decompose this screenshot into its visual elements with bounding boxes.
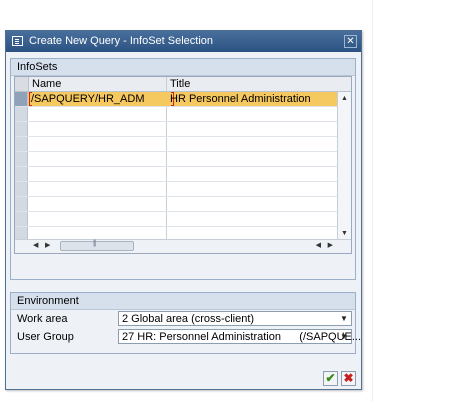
window-title: Create New Query - InfoSet Selection <box>29 35 214 47</box>
table-row[interactable] <box>15 182 338 197</box>
table-row[interactable] <box>15 122 338 137</box>
user-group-value[interactable]: 27 HR: Personnel Administration (/SAPQUE… <box>122 331 361 343</box>
environment-panel: Environment Work area 2 Global area (cro… <box>10 292 361 354</box>
cancel-button[interactable]: ✖ <box>341 371 356 386</box>
table-row[interactable] <box>15 152 338 167</box>
row-selector[interactable] <box>15 212 28 226</box>
row-selector[interactable] <box>15 107 28 121</box>
scroll-thumb[interactable] <box>60 240 134 251</box>
table-row[interactable] <box>15 197 338 212</box>
scroll-right-end-icon[interactable]: ▶ <box>328 241 333 249</box>
row-selector[interactable] <box>15 182 28 196</box>
column-header-title[interactable]: Title <box>170 78 190 90</box>
row-selector[interactable] <box>15 122 28 136</box>
infosets-table: Name Title /SAPQUERY/HR_ADM HR Personnel… <box>14 76 352 254</box>
infoset-selection-dialog: Create New Query - InfoSet Selection ✕ I… <box>5 30 362 390</box>
infosets-panel: InfoSets Name Title /SAPQUERY/HR_ADM HR … <box>10 58 356 280</box>
vertical-scrollbar[interactable]: ▲ ▼ <box>337 92 351 240</box>
title-bar[interactable]: Create New Query - InfoSet Selection ✕ <box>6 31 361 52</box>
row-selector[interactable] <box>15 137 28 151</box>
work-area-dropdown[interactable]: 2 Global area (cross-client) ▼ <box>118 311 352 326</box>
chevron-down-icon[interactable]: ▼ <box>337 330 351 343</box>
table-row[interactable] <box>15 167 338 182</box>
row-selector[interactable] <box>15 152 28 166</box>
infoset-title[interactable]: HR Personnel Administration <box>170 93 311 105</box>
close-icon[interactable]: ✕ <box>344 35 357 48</box>
table-row[interactable] <box>15 137 338 152</box>
user-group-dropdown[interactable]: 27 HR: Personnel Administration (/SAPQUE… <box>118 329 361 344</box>
user-group-row: User Group 27 HR: Personnel Administrati… <box>14 329 361 345</box>
work-area-label: Work area <box>17 313 68 325</box>
ok-button[interactable]: ✔ <box>323 371 338 386</box>
horizontal-scrollbar[interactable]: ◀ ▶ ◀ ▶ <box>15 239 351 253</box>
work-area-row: Work area 2 Global area (cross-client) ▼ <box>14 311 352 327</box>
scroll-left-end-icon[interactable]: ◀ <box>316 241 321 249</box>
scroll-up-icon[interactable]: ▲ <box>338 95 351 102</box>
table-row[interactable] <box>15 107 338 122</box>
background-divider <box>372 0 373 402</box>
user-group-label: User Group <box>17 331 74 343</box>
select-all-cell[interactable] <box>15 77 29 91</box>
scroll-down-icon[interactable]: ▼ <box>338 230 351 237</box>
infoset-name[interactable]: /SAPQUERY/HR_ADM <box>31 93 145 105</box>
infosets-panel-title: InfoSets <box>11 59 355 76</box>
row-selector[interactable] <box>15 167 28 181</box>
row-selector[interactable] <box>15 92 28 106</box>
row-selector[interactable] <box>15 197 28 211</box>
chevron-down-icon[interactable]: ▼ <box>337 312 351 325</box>
work-area-value[interactable]: 2 Global area (cross-client) <box>122 313 254 325</box>
column-header-name[interactable]: Name <box>32 78 61 90</box>
scroll-left-icon[interactable]: ◀ <box>33 241 38 249</box>
table-header: Name Title <box>15 77 351 92</box>
table-row[interactable] <box>15 212 338 227</box>
scroll-right-icon[interactable]: ▶ <box>45 241 50 249</box>
table-rows: /SAPQUERY/HR_ADM HR Personnel Administra… <box>15 92 338 253</box>
window-icon <box>12 36 23 46</box>
environment-panel-title: Environment <box>11 293 355 310</box>
table-row[interactable]: /SAPQUERY/HR_ADM HR Personnel Administra… <box>15 92 338 107</box>
